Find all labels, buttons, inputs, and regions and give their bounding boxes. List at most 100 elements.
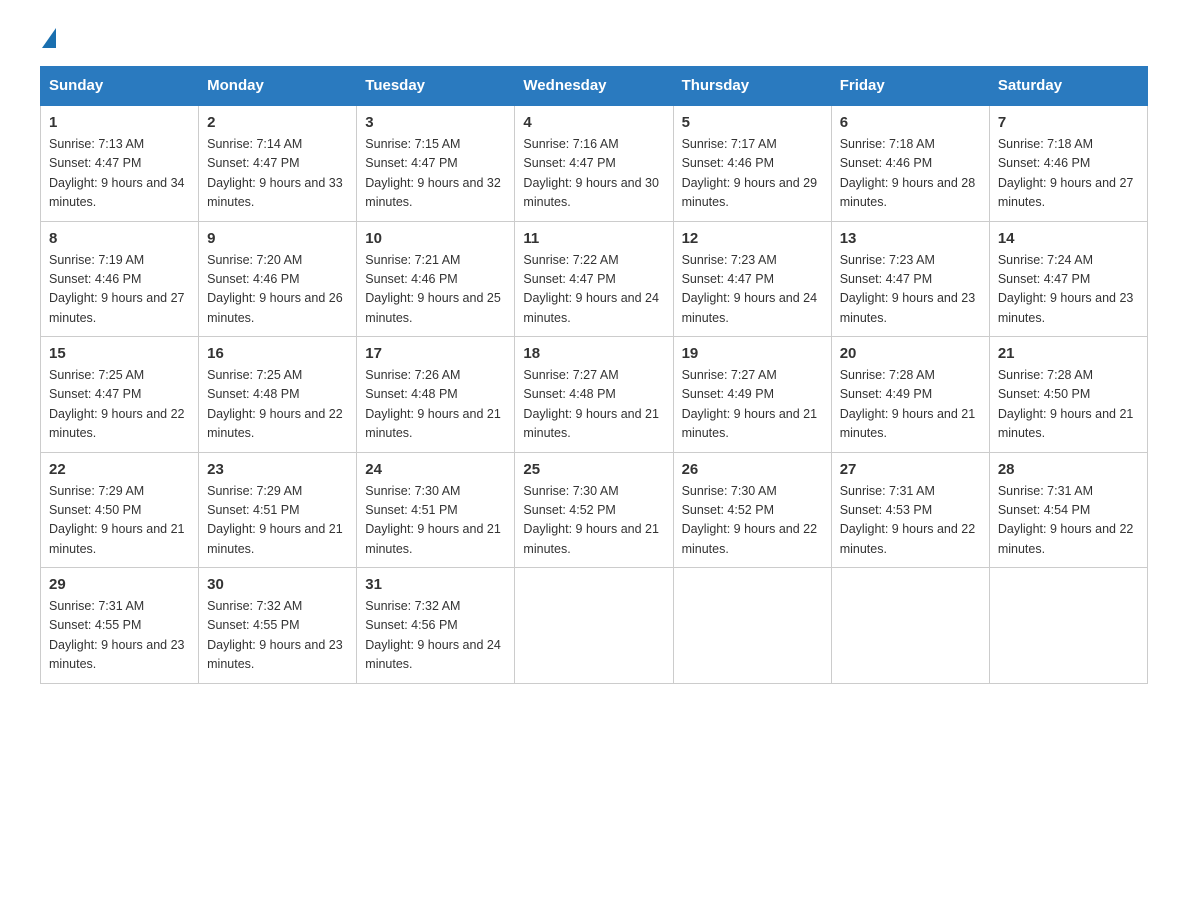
day-number: 11 [523,230,664,247]
calendar-cell: 1 Sunrise: 7:13 AMSunset: 4:47 PMDaylight… [41,105,199,221]
day-info: Sunrise: 7:14 AMSunset: 4:47 PMDaylight:… [207,135,348,213]
calendar-cell: 26 Sunrise: 7:30 AMSunset: 4:52 PMDayligh… [673,452,831,568]
day-number: 7 [998,114,1139,131]
day-number: 3 [365,114,506,131]
day-info: Sunrise: 7:27 AMSunset: 4:48 PMDaylight:… [523,366,664,444]
calendar-cell: 13 Sunrise: 7:23 AMSunset: 4:47 PMDayligh… [831,221,989,337]
day-number: 22 [49,461,190,478]
calendar-cell: 28 Sunrise: 7:31 AMSunset: 4:54 PMDayligh… [989,452,1147,568]
calendar-cell [831,568,989,684]
day-info: Sunrise: 7:31 AMSunset: 4:53 PMDaylight:… [840,482,981,560]
calendar-table: SundayMondayTuesdayWednesdayThursdayFrid… [40,66,1148,684]
day-number: 1 [49,114,190,131]
calendar-cell: 10 Sunrise: 7:21 AMSunset: 4:46 PMDayligh… [357,221,515,337]
day-number: 6 [840,114,981,131]
column-header-thursday: Thursday [673,67,831,106]
day-info: Sunrise: 7:25 AMSunset: 4:48 PMDaylight:… [207,366,348,444]
calendar-cell [673,568,831,684]
calendar-cell: 14Sunrise: 7:24 AMSunset: 4:47 PMDayligh… [989,221,1147,337]
column-header-tuesday: Tuesday [357,67,515,106]
day-number: 31 [365,576,506,593]
column-header-sunday: Sunday [41,67,199,106]
calendar-cell: 31 Sunrise: 7:32 AMSunset: 4:56 PMDayligh… [357,568,515,684]
calendar-cell: 3Sunrise: 7:15 AMSunset: 4:47 PMDaylight… [357,105,515,221]
day-info: Sunrise: 7:30 AMSunset: 4:51 PMDaylight:… [365,482,506,560]
calendar-cell: 22 Sunrise: 7:29 AMSunset: 4:50 PMDayligh… [41,452,199,568]
column-header-wednesday: Wednesday [515,67,673,106]
calendar-cell: 7 Sunrise: 7:18 AMSunset: 4:46 PMDaylight… [989,105,1147,221]
day-info: Sunrise: 7:18 AMSunset: 4:46 PMDaylight:… [998,135,1139,213]
calendar-cell: 12Sunrise: 7:23 AMSunset: 4:47 PMDayligh… [673,221,831,337]
day-number: 13 [840,230,981,247]
day-number: 14 [998,230,1139,247]
day-number: 30 [207,576,348,593]
calendar-week-row: 22 Sunrise: 7:29 AMSunset: 4:50 PMDayligh… [41,452,1148,568]
logo-triangle-icon [42,28,56,48]
day-number: 19 [682,345,823,362]
logo [40,30,58,46]
calendar-cell: 20 Sunrise: 7:28 AMSunset: 4:49 PMDayligh… [831,337,989,453]
calendar-cell: 4 Sunrise: 7:16 AMSunset: 4:47 PMDaylight… [515,105,673,221]
calendar-cell: 11 Sunrise: 7:22 AMSunset: 4:47 PMDayligh… [515,221,673,337]
day-info: Sunrise: 7:17 AMSunset: 4:46 PMDaylight:… [682,135,823,213]
day-number: 28 [998,461,1139,478]
day-info: Sunrise: 7:19 AMSunset: 4:46 PMDaylight:… [49,251,190,329]
calendar-cell: 15 Sunrise: 7:25 AMSunset: 4:47 PMDayligh… [41,337,199,453]
day-number: 26 [682,461,823,478]
calendar-header-row: SundayMondayTuesdayWednesdayThursdayFrid… [41,67,1148,106]
calendar-cell: 29Sunrise: 7:31 AMSunset: 4:55 PMDayligh… [41,568,199,684]
page-header [40,30,1148,46]
day-number: 2 [207,114,348,131]
day-info: Sunrise: 7:29 AMSunset: 4:50 PMDaylight:… [49,482,190,560]
calendar-cell: 23 Sunrise: 7:29 AMSunset: 4:51 PMDayligh… [199,452,357,568]
day-info: Sunrise: 7:28 AMSunset: 4:50 PMDaylight:… [998,366,1139,444]
calendar-cell: 27 Sunrise: 7:31 AMSunset: 4:53 PMDayligh… [831,452,989,568]
day-number: 27 [840,461,981,478]
day-info: Sunrise: 7:20 AMSunset: 4:46 PMDaylight:… [207,251,348,329]
column-header-friday: Friday [831,67,989,106]
calendar-cell [515,568,673,684]
calendar-cell: 8 Sunrise: 7:19 AMSunset: 4:46 PMDaylight… [41,221,199,337]
calendar-cell: 30 Sunrise: 7:32 AMSunset: 4:55 PMDayligh… [199,568,357,684]
day-number: 16 [207,345,348,362]
day-info: Sunrise: 7:21 AMSunset: 4:46 PMDaylight:… [365,251,506,329]
calendar-week-row: 15 Sunrise: 7:25 AMSunset: 4:47 PMDayligh… [41,337,1148,453]
calendar-cell [989,568,1147,684]
day-info: Sunrise: 7:30 AMSunset: 4:52 PMDaylight:… [523,482,664,560]
day-info: Sunrise: 7:29 AMSunset: 4:51 PMDaylight:… [207,482,348,560]
day-number: 4 [523,114,664,131]
calendar-cell: 19 Sunrise: 7:27 AMSunset: 4:49 PMDayligh… [673,337,831,453]
day-number: 9 [207,230,348,247]
day-info: Sunrise: 7:27 AMSunset: 4:49 PMDaylight:… [682,366,823,444]
day-info: Sunrise: 7:25 AMSunset: 4:47 PMDaylight:… [49,366,190,444]
day-info: Sunrise: 7:23 AMSunset: 4:47 PMDaylight:… [840,251,981,329]
calendar-cell: 24Sunrise: 7:30 AMSunset: 4:51 PMDayligh… [357,452,515,568]
day-number: 10 [365,230,506,247]
day-info: Sunrise: 7:26 AMSunset: 4:48 PMDaylight:… [365,366,506,444]
day-number: 20 [840,345,981,362]
day-info: Sunrise: 7:13 AMSunset: 4:47 PMDaylight:… [49,135,190,213]
day-number: 5 [682,114,823,131]
calendar-cell: 21 Sunrise: 7:28 AMSunset: 4:50 PMDayligh… [989,337,1147,453]
day-number: 8 [49,230,190,247]
day-number: 21 [998,345,1139,362]
day-number: 15 [49,345,190,362]
calendar-cell: 6 Sunrise: 7:18 AMSunset: 4:46 PMDaylight… [831,105,989,221]
day-info: Sunrise: 7:30 AMSunset: 4:52 PMDaylight:… [682,482,823,560]
day-number: 17 [365,345,506,362]
calendar-cell: 18 Sunrise: 7:27 AMSunset: 4:48 PMDayligh… [515,337,673,453]
day-number: 29 [49,576,190,593]
day-info: Sunrise: 7:18 AMSunset: 4:46 PMDaylight:… [840,135,981,213]
calendar-cell: 9 Sunrise: 7:20 AMSunset: 4:46 PMDaylight… [199,221,357,337]
day-number: 23 [207,461,348,478]
day-info: Sunrise: 7:32 AMSunset: 4:56 PMDaylight:… [365,597,506,675]
day-number: 18 [523,345,664,362]
day-info: Sunrise: 7:16 AMSunset: 4:47 PMDaylight:… [523,135,664,213]
day-info: Sunrise: 7:22 AMSunset: 4:47 PMDaylight:… [523,251,664,329]
day-number: 12 [682,230,823,247]
day-info: Sunrise: 7:32 AMSunset: 4:55 PMDaylight:… [207,597,348,675]
day-info: Sunrise: 7:31 AMSunset: 4:54 PMDaylight:… [998,482,1139,560]
calendar-cell: 16 Sunrise: 7:25 AMSunset: 4:48 PMDayligh… [199,337,357,453]
calendar-cell: 17 Sunrise: 7:26 AMSunset: 4:48 PMDayligh… [357,337,515,453]
day-info: Sunrise: 7:28 AMSunset: 4:49 PMDaylight:… [840,366,981,444]
